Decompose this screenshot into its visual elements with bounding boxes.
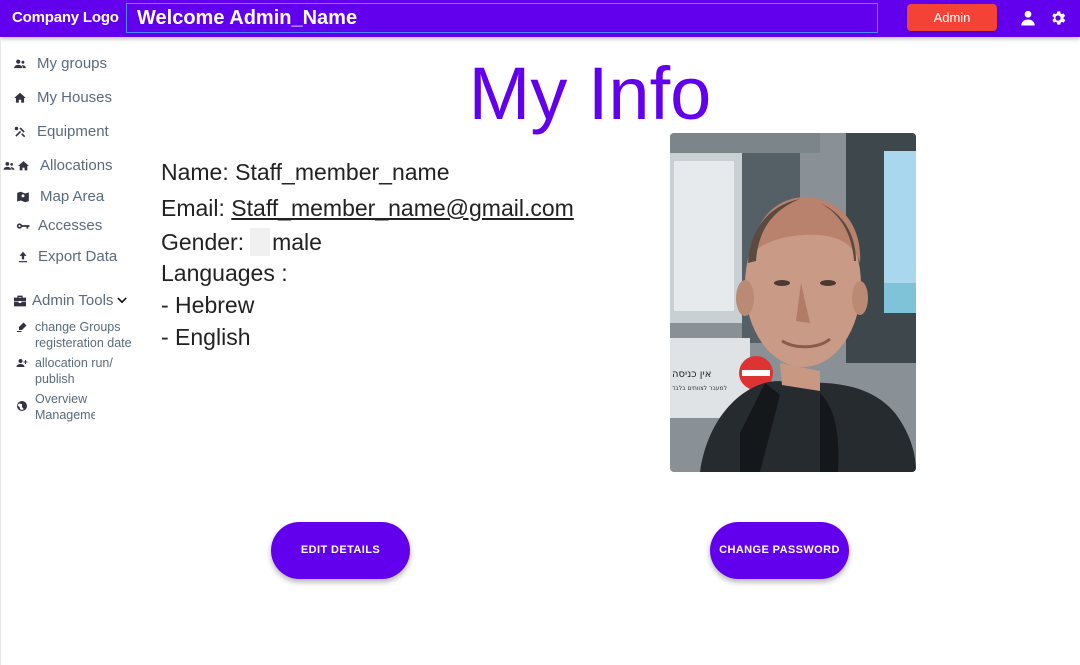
change-password-button[interactable]: CHANGE PASSWORD <box>710 522 849 579</box>
name-row: Name: Staff_member_name <box>161 158 450 186</box>
sidebar-item-export-data[interactable]: Export Data <box>16 248 117 265</box>
admin-item-overview-management[interactable]: Overview Management <box>16 391 95 423</box>
photo-sign-text: אין כניסה <box>672 369 711 380</box>
admin-item-allocation-run[interactable]: allocation run/ publish <box>16 355 138 387</box>
language-item: - English <box>161 324 251 350</box>
email-link[interactable]: Staff_member_name@gmail.com <box>231 195 574 221</box>
sidebar-item-my-houses[interactable]: My Houses <box>13 89 112 106</box>
sidebar-item-label: My groups <box>37 55 108 72</box>
name-label: Name: <box>161 159 229 185</box>
edit-details-button[interactable]: EDIT DETAILS <box>271 522 410 579</box>
sidebar-item-label: Equipment <box>37 123 109 140</box>
gender-value: male <box>272 229 322 255</box>
gender-label: Gender: <box>161 229 245 255</box>
name-value: Staff_member_name <box>235 159 450 185</box>
person-add-icon <box>16 359 28 367</box>
sidebar-item-label: My Houses <box>37 89 113 106</box>
chevron-down-icon <box>117 297 128 303</box>
company-logo[interactable]: Company Logo <box>12 9 119 26</box>
map-icon <box>17 191 29 202</box>
admin-item-label: allocation run/ publish <box>35 356 113 386</box>
admin-item-change-registration-date[interactable]: change Groups registeration date <box>16 319 138 351</box>
group-icon <box>3 161 15 170</box>
email-row: Email: Staff_member_name@gmail.com <box>161 194 574 222</box>
sidebar-item-equipment[interactable]: Equipment <box>13 123 109 140</box>
top-app-bar: Company Logo Welcome Admin_Name Admin <box>0 0 1080 37</box>
sidebar-item-allocations[interactable]: Allocations <box>3 157 113 174</box>
profile-photo: אין כניסה למעבר לצוותים בלבד <box>670 133 916 472</box>
sidebar: My groups My Houses Equipment Allocation… <box>0 38 140 665</box>
sidebar-item-map-area[interactable]: Map Area <box>16 188 104 205</box>
globe-icon <box>17 401 27 411</box>
admin-tools-label: Admin Tools <box>32 292 114 309</box>
home-icon <box>14 92 26 103</box>
sidebar-item-label: Export Data <box>38 248 118 265</box>
page-title: My Info <box>468 52 712 135</box>
sidebar-item-my-groups[interactable]: My groups <box>13 55 107 72</box>
admin-item-label: Overview Management <box>35 392 95 422</box>
toolbox-icon <box>14 295 26 306</box>
upload-icon <box>18 251 28 262</box>
home-icon <box>18 160 29 170</box>
account-icon[interactable] <box>1019 9 1037 27</box>
edit-date-icon <box>17 322 27 332</box>
admin-button[interactable]: Admin <box>907 4 997 31</box>
tools-icon <box>14 126 26 137</box>
welcome-banner: Welcome Admin_Name <box>126 3 878 33</box>
sidebar-item-label: Accesses <box>38 217 103 234</box>
admin-item-label: change Groups registeration date <box>35 320 132 350</box>
key-icon <box>16 222 30 229</box>
languages-label: Languages : <box>161 260 288 286</box>
language-item: - Hebrew <box>161 292 255 318</box>
gender-checkbox[interactable] <box>250 228 271 256</box>
admin-tools-toggle[interactable]: Admin Tools <box>12 292 129 309</box>
group-icon <box>14 59 26 68</box>
photo-sign-subtext: למעבר לצוותים בלבד <box>672 385 727 392</box>
email-label: Email: <box>161 195 225 221</box>
sidebar-item-label: Allocations <box>40 157 113 174</box>
sidebar-item-label: Map Area <box>40 188 105 205</box>
settings-gear-icon[interactable] <box>1049 9 1067 27</box>
sidebar-item-accesses[interactable]: Accesses <box>16 217 102 234</box>
gender-row: Gender: male <box>161 228 322 256</box>
